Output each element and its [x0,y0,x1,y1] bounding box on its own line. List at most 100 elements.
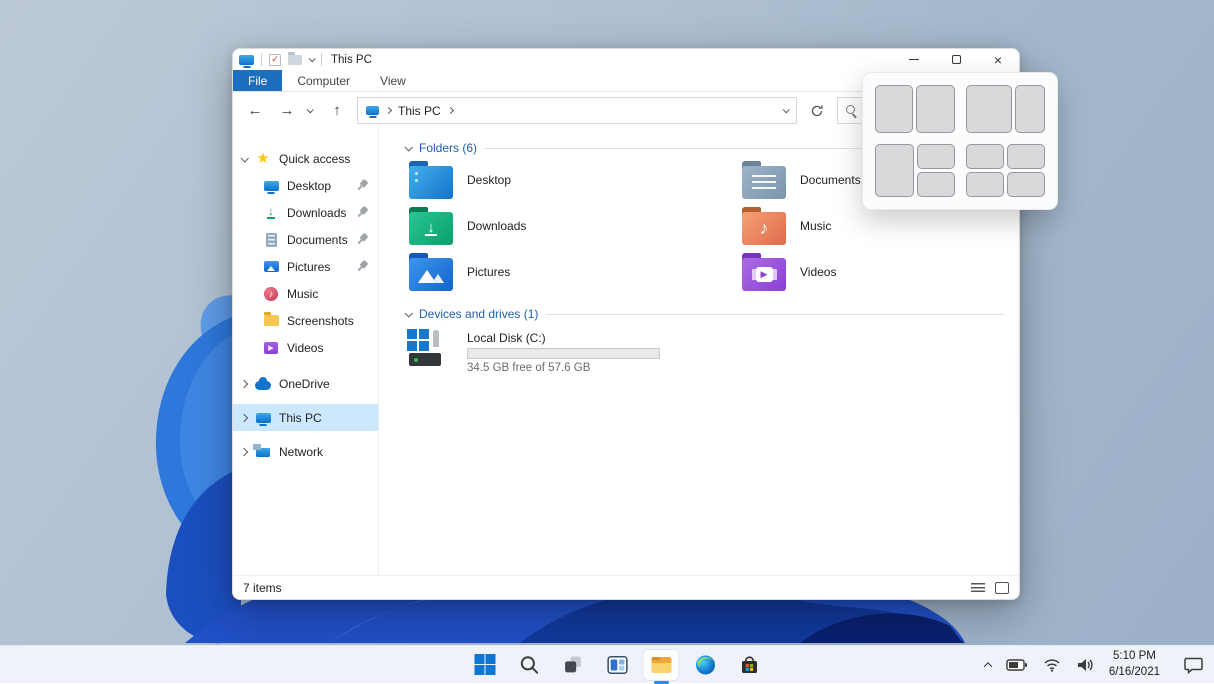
tab-computer[interactable]: Computer [282,70,365,91]
close-icon: × [994,53,1002,67]
sidebar-item-network[interactable]: Network [233,438,378,465]
volume-icon[interactable] [1076,657,1094,673]
up-button[interactable]: ↑ [323,92,351,129]
snap-option-left-half-right-stack[interactable] [875,144,955,197]
forward-button[interactable]: → [273,92,301,129]
this-pc-icon [366,106,379,115]
pictures-icon [263,259,279,275]
local-disk-icon [407,329,455,369]
devices-section-header[interactable]: Devices and drives (1) [405,305,1011,323]
tray-time: 5:10 PM [1109,649,1160,665]
folder-tile-music[interactable]: ♪ Music [742,207,1019,245]
snap-option-two-columns-wide-left[interactable] [966,85,1046,133]
start-button[interactable] [468,650,503,680]
mountains-glyph [416,267,446,283]
chevron-down-icon [306,106,313,113]
pin-icon [353,258,371,276]
wifi-icon[interactable] [1043,658,1061,672]
this-pc-icon [239,55,254,65]
snap-option-quad-grid[interactable] [966,144,1046,197]
sidebar-item-pictures[interactable]: Pictures [233,253,378,280]
tile-label: Videos [800,265,836,279]
details-view-button[interactable] [971,583,985,594]
drive-name: Local Disk (C:) [467,331,660,345]
refresh-button[interactable] [803,97,830,124]
address-dropdown-icon[interactable] [783,106,790,113]
back-button[interactable]: ← [241,92,269,129]
edge-button[interactable] [688,650,723,680]
folder-tile-videos[interactable]: ▶ Videos [742,253,1019,291]
tab-file[interactable]: File [233,70,282,91]
address-bar[interactable]: This PC [357,97,797,124]
folder-tile-downloads[interactable]: ↓ Downloads [409,207,742,245]
play-glyph: ▶ [756,267,773,282]
refresh-icon [810,104,824,118]
minimize-button[interactable] [893,49,935,70]
videos-icon: ▶ [263,340,279,356]
properties-checkbox-icon[interactable]: ✓ [269,54,281,66]
new-folder-icon[interactable] [288,55,302,65]
folder-tile-pictures[interactable]: Pictures [409,253,742,291]
task-view-button[interactable] [556,650,591,680]
hidden-icons-chevron[interactable] [984,662,992,670]
tile-label: Desktop [467,173,511,187]
sidebar-item-screenshots[interactable]: Screenshots [233,307,378,334]
close-button[interactable]: × [977,49,1019,70]
file-explorer-button[interactable] [644,650,679,680]
desktop-folder-icon [409,161,453,199]
breadcrumb-this-pc[interactable]: This PC [398,104,441,118]
snap-option-two-columns[interactable] [875,85,955,133]
music-icon: ♪ [263,286,279,302]
tile-label: Music [800,219,831,233]
chevron-right-icon[interactable] [240,447,248,455]
taskbar: 5:10 PM 6/16/2021 [0,645,1214,683]
task-view-icon [563,654,584,675]
battery-icon[interactable] [1006,658,1028,672]
sidebar-item-videos[interactable]: ▶ Videos [233,334,378,361]
sidebar-item-label: Quick access [279,152,350,166]
items-count: 7 items [243,581,282,595]
videos-folder-icon: ▶ [742,253,786,291]
pin-icon [353,204,371,222]
sidebar-item-label: Desktop [287,179,331,193]
maximize-button[interactable] [935,49,977,70]
sidebar-item-this-pc[interactable]: This PC [233,404,378,431]
minimize-icon [909,59,919,61]
widgets-button[interactable] [600,650,635,680]
sidebar-item-downloads[interactable]: ↓ Downloads [233,199,378,226]
sidebar-item-music[interactable]: ♪ Music [233,280,378,307]
recent-locations-dropdown[interactable] [299,92,319,129]
drive-tile-local-disk-c[interactable]: Local Disk (C:) 34.5 GB free of 57.6 GB [407,329,1011,374]
maximize-icon [952,55,961,64]
sidebar-item-label: Videos [287,341,323,355]
large-icons-view-button[interactable] [995,582,1009,594]
collapse-icon[interactable] [404,143,412,151]
notifications-icon[interactable] [1183,656,1204,674]
folder-icon [263,313,279,329]
chevron-down-icon[interactable] [240,154,248,162]
pin-icon [353,177,371,195]
sidebar-item-label: Screenshots [287,314,354,328]
sidebar-item-quick-access[interactable]: ★ Quick access [233,145,378,172]
sidebar-item-label: Documents [287,233,348,247]
folder-tile-desktop[interactable]: Desktop [409,161,742,199]
tab-view[interactable]: View [365,70,421,91]
sidebar-item-label: This PC [279,411,322,425]
collapse-icon[interactable] [404,309,412,317]
sidebar-item-desktop[interactable]: Desktop [233,172,378,199]
search-button[interactable] [512,650,547,680]
edge-icon [694,654,716,676]
windows-logo-icon [407,329,429,351]
tray-date: 6/16/2021 [1109,665,1160,681]
toolbar-dropdown-icon[interactable] [309,55,316,62]
chevron-right-icon[interactable] [240,379,248,387]
status-bar: 7 items [233,575,1019,600]
store-button[interactable] [732,650,767,680]
sidebar-item-documents[interactable]: Documents [233,226,378,253]
search-icon [846,105,857,116]
drive-meta: Local Disk (C:) 34.5 GB free of 57.6 GB [467,329,660,374]
sidebar-item-onedrive[interactable]: OneDrive [233,370,378,397]
chevron-right-icon[interactable] [240,413,248,421]
taskbar-clock[interactable]: 5:10 PM 6/16/2021 [1109,649,1160,680]
section-divider [546,314,1005,315]
